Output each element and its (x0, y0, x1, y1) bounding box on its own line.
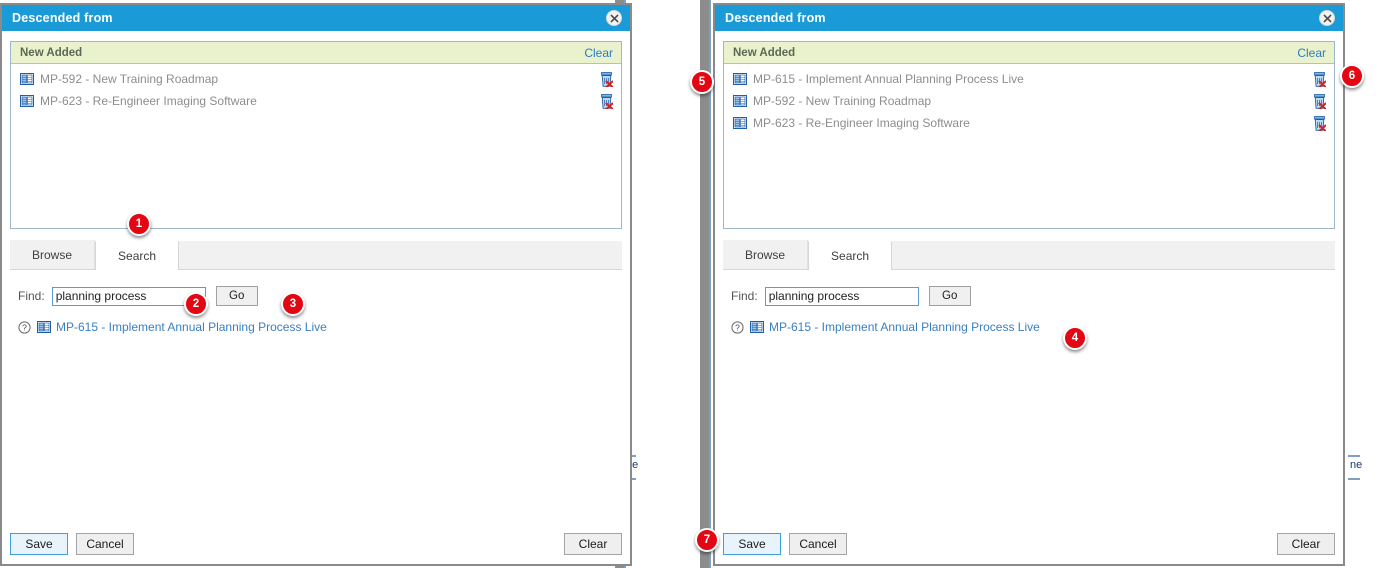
building-document-icon (733, 73, 747, 85)
dialog-footer: Save Cancel Clear (10, 533, 622, 555)
find-row: Find: Go (10, 286, 622, 306)
tab-search[interactable]: Search (95, 241, 180, 270)
new-added-title: New Added (20, 46, 83, 59)
building-document-icon (20, 73, 34, 85)
cancel-button[interactable]: Cancel (76, 533, 134, 555)
building-document-icon (37, 321, 51, 333)
tab-browse[interactable]: Browse (10, 240, 96, 269)
dialog-title: Descended from (12, 11, 113, 25)
list-item[interactable]: MP-592 - New Training Roadmap (11, 68, 621, 90)
dialog-titlebar: Descended from (2, 5, 630, 31)
new-added-header: New Added Clear (11, 42, 621, 64)
trash-delete-icon[interactable] (600, 93, 613, 109)
svg-text:?: ? (22, 322, 27, 332)
background-text-fragment-right: ne (1350, 459, 1363, 471)
list-item-label: MP-623 - Re-Engineer Imaging Software (40, 94, 257, 108)
question-circle-icon[interactable]: ? (18, 320, 31, 334)
search-result-link[interactable]: MP-615 - Implement Annual Planning Proce… (56, 320, 327, 334)
building-document-icon (20, 95, 34, 107)
callout-badge-3: 3 (281, 292, 305, 316)
search-input[interactable] (764, 286, 919, 306)
list-item[interactable]: MP-623 - Re-Engineer Imaging Software (11, 90, 621, 112)
svg-text:?: ? (735, 322, 740, 332)
callout-badge-7: 7 (695, 528, 719, 552)
close-circle-icon[interactable] (606, 10, 622, 26)
trash-delete-icon[interactable] (1313, 71, 1326, 87)
trash-delete-icon[interactable] (600, 71, 613, 87)
screenshot-canvas: ne ne Descended from New Added Clear MP-… (0, 0, 1380, 568)
find-label: Find: (731, 289, 758, 303)
search-result-row[interactable]: ? MP-615 - Implement Annual Planning Pro… (10, 320, 622, 334)
callout-badge-5: 5 (690, 70, 714, 94)
save-button[interactable]: Save (723, 533, 781, 555)
clear-button[interactable]: Clear (1277, 533, 1335, 555)
new-added-panel: New Added Clear MP-592 - New Training Ro… (10, 41, 622, 229)
building-document-icon (750, 321, 764, 333)
go-button[interactable]: Go (215, 286, 258, 306)
list-item-label: MP-592 - New Training Roadmap (40, 72, 219, 86)
list-item-label: MP-615 - Implement Annual Planning Proce… (753, 72, 1024, 86)
dialog-titlebar: Descended from (715, 5, 1343, 31)
tab-search[interactable]: Search (808, 241, 893, 270)
dialog-footer: Save Cancel Clear (723, 533, 1335, 555)
dialog-body: New Added Clear MP-615 - Implement Annua… (715, 31, 1343, 564)
new-added-clear-link[interactable]: Clear (584, 46, 613, 60)
callout-badge-2: 2 (184, 292, 208, 316)
dialog-body: New Added Clear MP-592 - New Training Ro… (2, 31, 630, 564)
find-label: Find: (18, 289, 45, 303)
dialog-descended-from-before: Descended from New Added Clear MP-592 - … (0, 3, 632, 566)
callout-badge-6: 6 (1340, 64, 1364, 88)
callout-badge-1: 1 (127, 212, 151, 236)
trash-delete-icon[interactable] (1313, 115, 1326, 131)
building-document-icon (733, 117, 747, 129)
trash-delete-icon[interactable] (1313, 93, 1326, 109)
background-rule-e (1348, 455, 1360, 457)
new-added-header: New Added Clear (724, 42, 1334, 64)
tabstrip: Browse Search (10, 240, 622, 270)
cancel-button[interactable]: Cancel (789, 533, 847, 555)
list-item-label: MP-592 - New Training Roadmap (753, 94, 932, 108)
find-row: Find: Go (723, 286, 1335, 306)
clear-button[interactable]: Clear (564, 533, 622, 555)
tab-browse[interactable]: Browse (723, 240, 809, 269)
footer-left-actions: Save Cancel (723, 533, 847, 555)
list-item-label: MP-623 - Re-Engineer Imaging Software (753, 116, 970, 130)
search-result-link[interactable]: MP-615 - Implement Annual Planning Proce… (769, 320, 1040, 334)
building-document-icon (733, 95, 747, 107)
tabstrip: Browse Search (723, 240, 1335, 270)
search-result-row[interactable]: ? MP-615 - Implement Annual Planning Pro… (723, 320, 1335, 334)
list-item[interactable]: MP-623 - Re-Engineer Imaging Software (724, 112, 1334, 134)
new-added-list: MP-615 - Implement Annual Planning Proce… (724, 64, 1334, 134)
footer-left-actions: Save Cancel (10, 533, 134, 555)
list-item[interactable]: MP-615 - Implement Annual Planning Proce… (724, 68, 1334, 90)
question-circle-icon[interactable]: ? (731, 320, 744, 334)
save-button[interactable]: Save (10, 533, 68, 555)
close-circle-icon[interactable] (1319, 10, 1335, 26)
new-added-list: MP-592 - New Training Roadmap MP-623 - R… (11, 64, 621, 112)
dialog-descended-from-after: Descended from New Added Clear MP-615 - … (713, 3, 1345, 566)
background-rule-f (1348, 478, 1360, 480)
go-button[interactable]: Go (928, 286, 971, 306)
new-added-title: New Added (733, 46, 796, 59)
new-added-clear-link[interactable]: Clear (1297, 46, 1326, 60)
dialog-title: Descended from (725, 11, 826, 25)
new-added-panel: New Added Clear MP-615 - Implement Annua… (723, 41, 1335, 229)
callout-badge-4: 4 (1063, 326, 1087, 350)
search-input[interactable] (51, 286, 206, 306)
list-item[interactable]: MP-592 - New Training Roadmap (724, 90, 1334, 112)
